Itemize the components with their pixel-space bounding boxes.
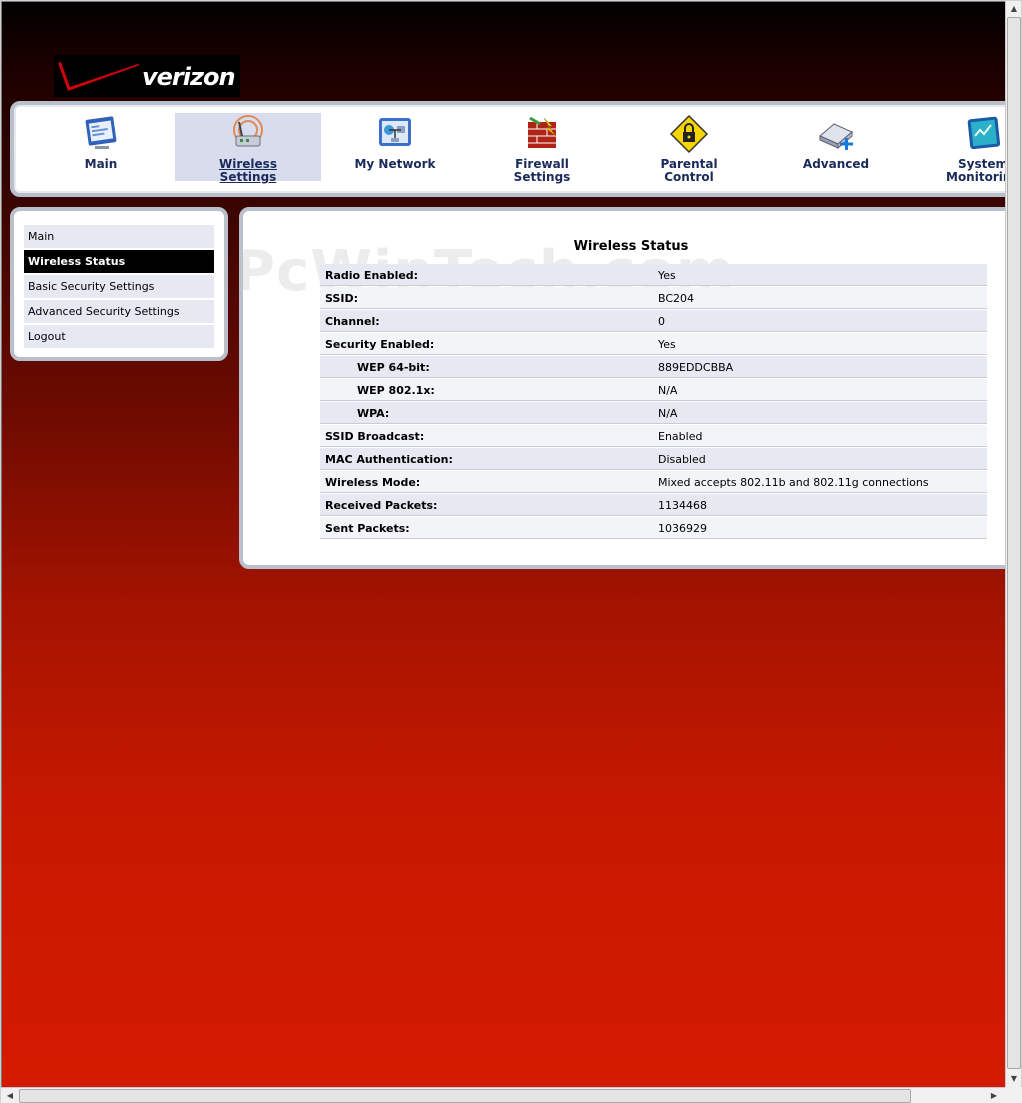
table-row: SSID: BC204 [320, 287, 987, 309]
row-key: Wireless Mode: [325, 476, 421, 489]
row-key: MAC Authentication: [325, 453, 453, 466]
monitor-icon [81, 114, 121, 154]
table-row: Channel: 0 [320, 310, 987, 332]
row-key: Received Packets: [325, 499, 438, 512]
table-row: MAC Authentication: Disabled [320, 448, 987, 470]
advanced-icon [816, 114, 856, 154]
row-value: 0 [658, 315, 665, 328]
row-key: SSID Broadcast: [325, 430, 425, 443]
row-key: WEP 802.1x: [357, 384, 435, 397]
system-monitor-icon [963, 114, 1003, 154]
nav-parental-label-2: Control [664, 170, 714, 184]
scroll-left-arrow-icon[interactable]: ◀ [3, 1091, 17, 1100]
verizon-logo: verizon [54, 55, 240, 97]
browser-viewport: verizon Main Wireless Settings My Networ… [1, 1, 1005, 1087]
nav-my-network-label: My Network [354, 157, 436, 171]
table-row: Received Packets: 1134468 [320, 494, 987, 516]
row-value: N/A [658, 407, 678, 420]
table-row: WEP 802.1x: N/A [320, 379, 987, 401]
row-key: Security Enabled: [325, 338, 435, 351]
nav-advanced-label: Advanced [802, 157, 870, 171]
sidebar-item-wireless-status[interactable]: Wireless Status [24, 250, 214, 273]
firewall-icon [522, 114, 562, 154]
row-key: WEP 64-bit: [357, 361, 430, 374]
sidebar-item-main[interactable]: Main [24, 225, 214, 248]
nav-advanced[interactable]: Advanced [763, 113, 909, 181]
page-title: Wireless Status [573, 239, 689, 254]
horizontal-scrollbar[interactable]: ◀ ▶ [1, 1087, 1005, 1103]
network-icon [375, 114, 415, 154]
row-key: Channel: [325, 315, 380, 328]
table-row: SSID Broadcast: Enabled [320, 425, 987, 447]
logo-text: verizon [142, 63, 236, 91]
scroll-down-arrow-icon[interactable]: ▼ [1007, 1074, 1021, 1083]
vertical-scrollbar[interactable]: ▲ ▼ [1005, 1, 1021, 1087]
scroll-right-arrow-icon[interactable]: ▶ [987, 1091, 1001, 1100]
row-value: 889EDDCBBA [658, 361, 734, 374]
nav-system-monitoring[interactable]: System Monitoring [910, 113, 1005, 184]
vertical-scrollbar-thumb[interactable] [1007, 17, 1021, 1069]
row-value: Yes [658, 338, 676, 351]
nav-wireless-settings[interactable]: Wireless Settings [175, 113, 321, 184]
row-value: N/A [658, 384, 678, 397]
table-row: Radio Enabled: Yes [320, 264, 987, 286]
sidebar-item-logout[interactable]: Logout [24, 325, 214, 348]
top-navigation: Main Wireless Settings My Network Firewa… [10, 101, 1005, 197]
table-row: Wireless Mode: Mixed accepts 802.11b and… [320, 471, 987, 493]
row-key: Sent Packets: [325, 522, 410, 535]
nav-wireless-label-2: Settings [219, 170, 277, 184]
lock-icon [669, 114, 709, 154]
table-row: Sent Packets: 1036929 [320, 517, 987, 539]
sidebar-menu: Main Wireless Status Basic Security Sett… [10, 207, 228, 361]
nav-firewall-label-2: Settings [513, 170, 571, 184]
wireless-router-icon [228, 114, 268, 154]
row-key: Radio Enabled: [325, 269, 419, 282]
row-value: Yes [658, 269, 676, 282]
scrollbar-corner [1005, 1087, 1022, 1103]
sidebar-item-advanced-security[interactable]: Advanced Security Settings [24, 300, 214, 323]
sidebar-item-basic-security[interactable]: Basic Security Settings [24, 275, 214, 298]
row-value: 1036929 [658, 522, 707, 535]
row-value: Enabled [658, 430, 703, 443]
scroll-up-arrow-icon[interactable]: ▲ [1007, 4, 1021, 13]
nav-my-network[interactable]: My Network [322, 113, 468, 181]
row-value: 1134468 [658, 499, 707, 512]
nav-main[interactable]: Main [28, 113, 174, 181]
nav-firewall-settings[interactable]: Firewall Settings [469, 113, 615, 184]
table-row: Security Enabled: Yes [320, 333, 987, 355]
row-key: SSID: [325, 292, 358, 305]
nav-system-label-2: Monitoring [946, 170, 1005, 184]
table-row: WPA: N/A [320, 402, 987, 424]
row-value: Disabled [658, 453, 706, 466]
table-row: WEP 64-bit: 889EDDCBBA [320, 356, 987, 378]
nav-main-label-1: Main [84, 157, 118, 171]
row-value: Mixed accepts 802.11b and 802.11g connec… [658, 476, 929, 489]
nav-parental-control[interactable]: Parental Control [616, 113, 762, 184]
horizontal-scrollbar-thumb[interactable] [19, 1089, 911, 1103]
row-key: WPA: [357, 407, 390, 420]
row-value: BC204 [658, 292, 695, 305]
